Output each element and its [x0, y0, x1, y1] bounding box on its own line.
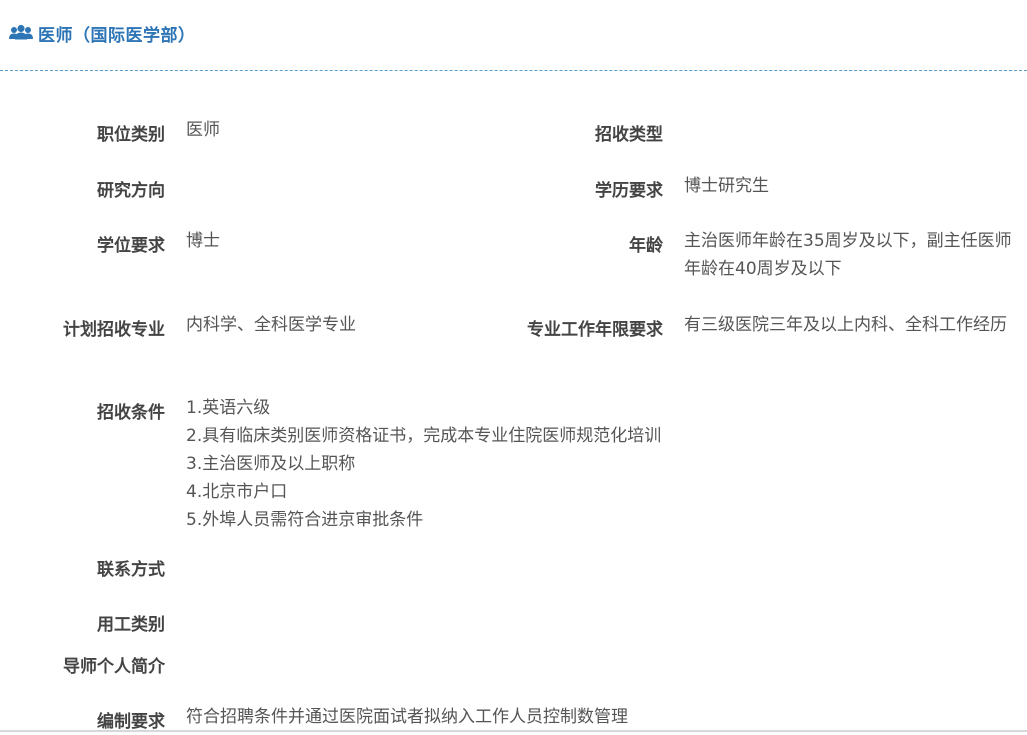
- value-staffing-req: 符合招聘条件并通过医院面试者拟纳入工作人员控制数管理: [186, 707, 628, 727]
- label-work-years-req: 专业工作年限要求: [527, 320, 663, 340]
- condition-item: 2.具有临床类别医师资格证书，完成本专业住院医师规范化培训: [186, 426, 662, 446]
- value-planned-major: 内科学、全科医学专业: [186, 315, 356, 335]
- condition-item: 4.北京市户口: [186, 482, 288, 502]
- page-title: 医师（国际医学部）: [38, 26, 196, 46]
- label-education-req: 学历要求: [595, 181, 663, 201]
- label-recruit-type: 招收类型: [595, 125, 663, 145]
- value-education-req: 博士研究生: [684, 176, 769, 196]
- conditions-list: 1.英语六级 2.具有临床类别医师资格证书，完成本专业住院医师规范化培训 3.主…: [186, 394, 661, 534]
- value-degree-req: 博士: [186, 231, 220, 251]
- label-staffing-req: 编制要求: [97, 712, 165, 732]
- label-position-category: 职位类别: [97, 125, 165, 145]
- condition-item: 5.外埠人员需符合进京审批条件: [186, 510, 424, 530]
- bottom-divider: [0, 730, 1027, 732]
- label-mentor-intro: 导师个人简介: [63, 657, 165, 677]
- value-position-category: 医师: [186, 120, 220, 140]
- value-work-years-req: 有三级医院三年及以上内科、全科工作经历: [684, 315, 1007, 335]
- condition-item: 3.主治医师及以上职称: [186, 454, 356, 474]
- value-age: 主治医师年龄在35周岁及以下，副主任医师年龄在40周岁及以下: [684, 231, 1012, 279]
- label-conditions: 招收条件: [97, 403, 165, 423]
- label-degree-req: 学位要求: [97, 236, 165, 256]
- label-research-direction: 研究方向: [97, 181, 165, 201]
- label-planned-major: 计划招收专业: [63, 320, 165, 340]
- users-icon: [9, 24, 33, 44]
- label-age: 年龄: [629, 236, 663, 256]
- section-header: 医师（国际医学部）: [0, 0, 1027, 71]
- condition-item: 1.英语六级: [186, 398, 271, 418]
- label-employment-type: 用工类别: [97, 615, 165, 635]
- label-contact: 联系方式: [97, 560, 165, 580]
